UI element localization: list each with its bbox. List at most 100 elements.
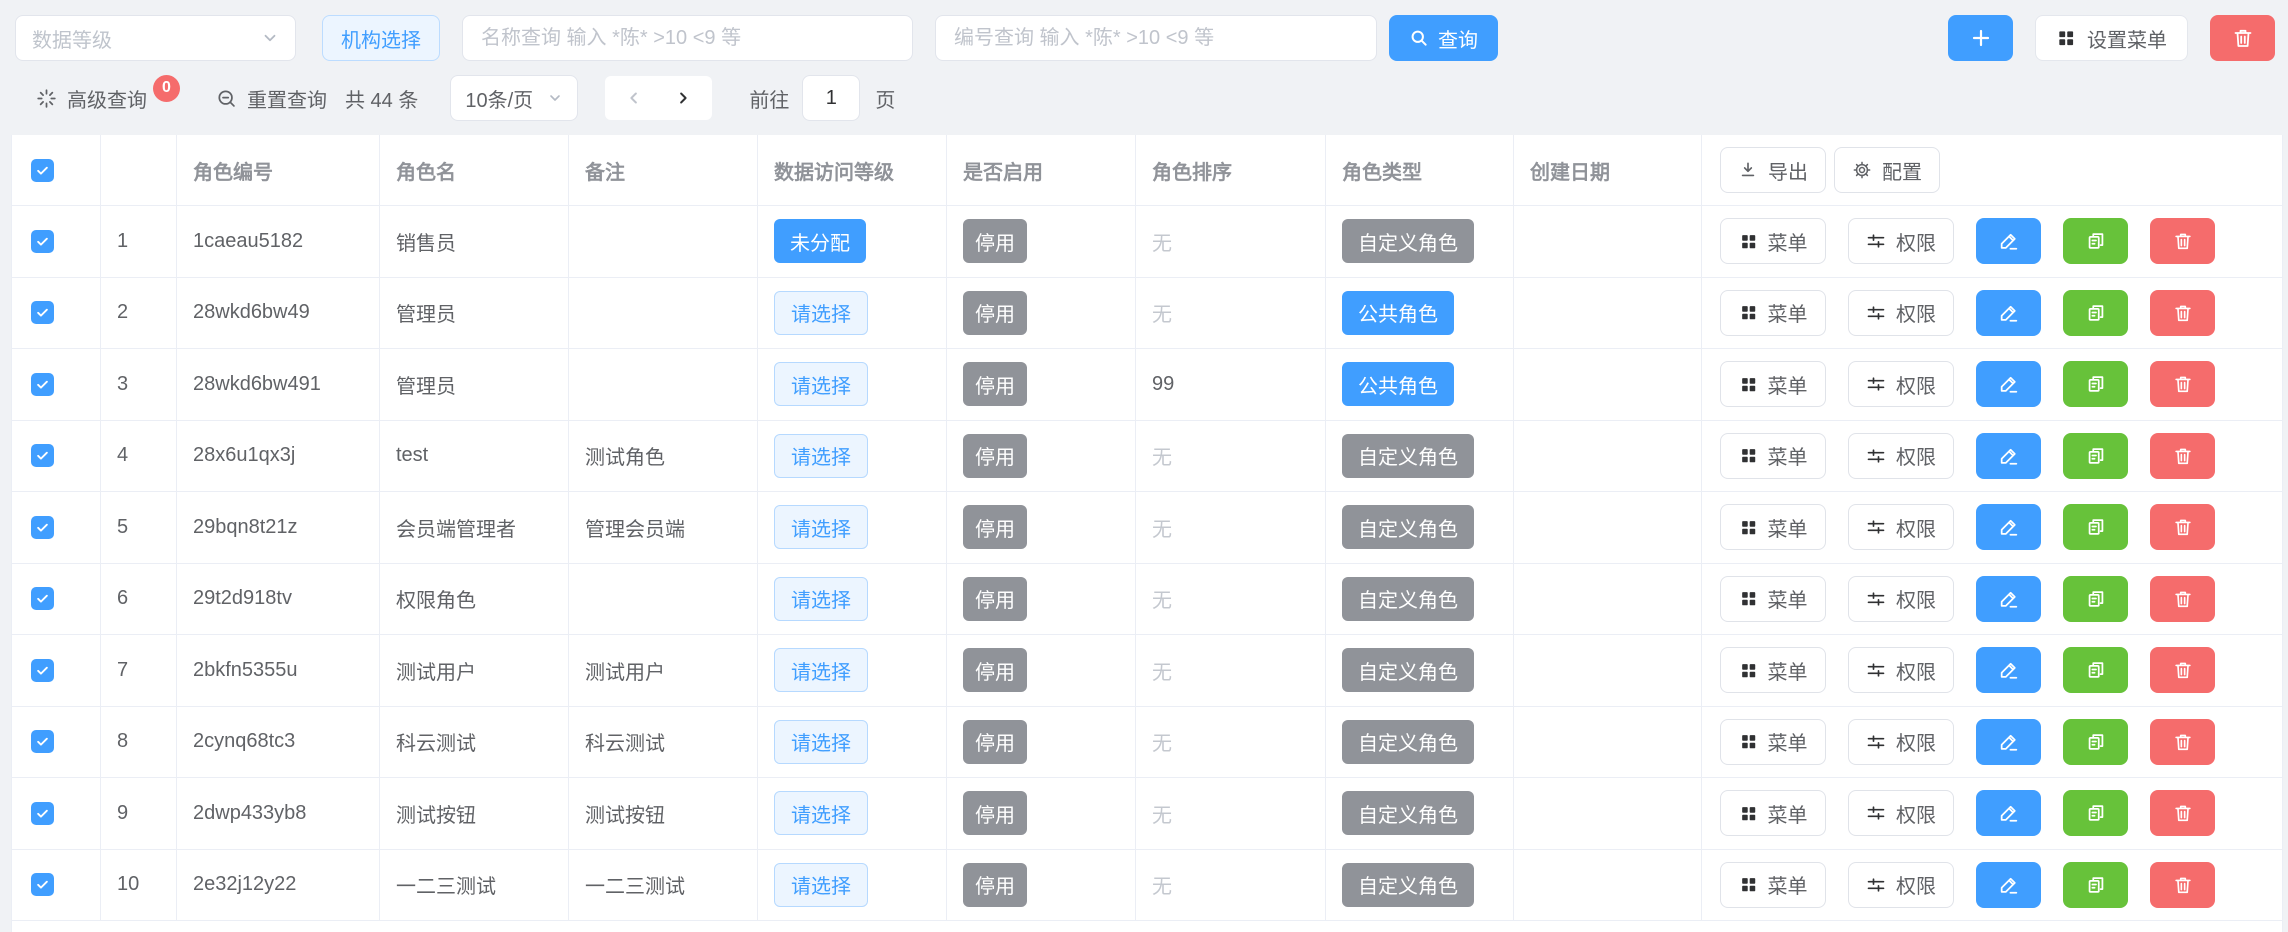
edit-button[interactable] [1976, 576, 2041, 622]
enabled-tag[interactable]: 停用 [963, 648, 1027, 692]
permission-button[interactable]: 权限 [1848, 361, 1954, 407]
row-checkbox[interactable] [31, 730, 54, 753]
edit-button[interactable] [1976, 361, 2041, 407]
menu-button[interactable]: 菜单 [1720, 290, 1826, 336]
access-level-tag[interactable]: 请选择 [774, 362, 868, 406]
access-level-tag[interactable]: 请选择 [774, 720, 868, 764]
role-type-tag[interactable]: 自定义角色 [1342, 219, 1474, 263]
role-type-tag[interactable]: 自定义角色 [1342, 434, 1474, 478]
enabled-tag[interactable]: 停用 [963, 720, 1027, 764]
permission-button[interactable]: 权限 [1848, 504, 1954, 550]
row-checkbox[interactable] [31, 230, 54, 253]
copy-button[interactable] [2063, 790, 2128, 836]
row-checkbox[interactable] [31, 301, 54, 324]
row-checkbox[interactable] [31, 802, 54, 825]
search-button[interactable]: 查询 [1389, 15, 1498, 61]
copy-button[interactable] [2063, 218, 2128, 264]
config-button[interactable]: 配置 [1834, 147, 1940, 193]
menu-button[interactable]: 菜单 [1720, 576, 1826, 622]
role-type-tag[interactable]: 自定义角色 [1342, 863, 1474, 907]
enabled-tag[interactable]: 停用 [963, 219, 1027, 263]
role-type-tag[interactable]: 自定义角色 [1342, 648, 1474, 692]
edit-button[interactable] [1976, 647, 2041, 693]
role-type-tag[interactable]: 公共角色 [1342, 291, 1454, 335]
prev-page-button[interactable] [625, 89, 643, 107]
role-type-tag[interactable]: 自定义角色 [1342, 505, 1474, 549]
permission-button[interactable]: 权限 [1848, 290, 1954, 336]
copy-button[interactable] [2063, 576, 2128, 622]
permission-button[interactable]: 权限 [1848, 719, 1954, 765]
delete-button[interactable] [2150, 576, 2215, 622]
access-level-tag[interactable]: 未分配 [774, 219, 866, 263]
export-button[interactable]: 导出 [1720, 147, 1826, 193]
access-level-tag[interactable]: 请选择 [774, 577, 868, 621]
delete-button[interactable] [2150, 790, 2215, 836]
delete-button[interactable] [2150, 218, 2215, 264]
access-level-tag[interactable]: 请选择 [774, 505, 868, 549]
next-page-button[interactable] [674, 89, 692, 107]
menu-button[interactable]: 菜单 [1720, 504, 1826, 550]
copy-button[interactable] [2063, 862, 2128, 908]
menu-button[interactable]: 菜单 [1720, 647, 1826, 693]
edit-button[interactable] [1976, 790, 2041, 836]
role-type-tag[interactable]: 自定义角色 [1342, 577, 1474, 621]
role-type-tag[interactable]: 自定义角色 [1342, 791, 1474, 835]
menu-button[interactable]: 菜单 [1720, 218, 1826, 264]
row-checkbox[interactable] [31, 587, 54, 610]
delete-button[interactable] [2150, 647, 2215, 693]
delete-button[interactable] [2150, 433, 2215, 479]
access-level-tag[interactable]: 请选择 [774, 863, 868, 907]
access-level-tag[interactable]: 请选择 [774, 791, 868, 835]
reset-query-button[interactable]: 重置查询 [216, 84, 327, 113]
data-level-select[interactable]: 数据等级 [15, 15, 296, 61]
edit-button[interactable] [1976, 290, 2041, 336]
access-level-tag[interactable]: 请选择 [774, 434, 868, 478]
advanced-query-button[interactable]: 高级查询 [36, 84, 147, 113]
copy-button[interactable] [2063, 647, 2128, 693]
copy-button[interactable] [2063, 433, 2128, 479]
menu-button[interactable]: 菜单 [1720, 433, 1826, 479]
permission-button[interactable]: 权限 [1848, 218, 1954, 264]
menu-button[interactable]: 菜单 [1720, 719, 1826, 765]
menu-button[interactable]: 菜单 [1720, 361, 1826, 407]
menu-button[interactable]: 菜单 [1720, 790, 1826, 836]
row-checkbox[interactable] [31, 516, 54, 539]
permission-button[interactable]: 权限 [1848, 433, 1954, 479]
permission-button[interactable]: 权限 [1848, 576, 1954, 622]
delete-button[interactable] [2150, 361, 2215, 407]
access-level-tag[interactable]: 请选择 [774, 648, 868, 692]
edit-button[interactable] [1976, 433, 2041, 479]
setup-menu-button[interactable]: 设置菜单 [2035, 15, 2188, 61]
select-all-checkbox[interactable] [31, 159, 54, 182]
copy-button[interactable] [2063, 290, 2128, 336]
menu-button[interactable]: 菜单 [1720, 862, 1826, 908]
permission-button[interactable]: 权限 [1848, 790, 1954, 836]
code-search-input[interactable] [935, 15, 1377, 61]
enabled-tag[interactable]: 停用 [963, 434, 1027, 478]
permission-button[interactable]: 权限 [1848, 862, 1954, 908]
enabled-tag[interactable]: 停用 [963, 505, 1027, 549]
copy-button[interactable] [2063, 719, 2128, 765]
enabled-tag[interactable]: 停用 [963, 791, 1027, 835]
row-checkbox[interactable] [31, 444, 54, 467]
edit-button[interactable] [1976, 719, 2041, 765]
row-checkbox[interactable] [31, 659, 54, 682]
delete-button[interactable] [2150, 290, 2215, 336]
enabled-tag[interactable]: 停用 [963, 291, 1027, 335]
row-checkbox[interactable] [31, 873, 54, 896]
access-level-tag[interactable]: 请选择 [774, 291, 868, 335]
page-size-select[interactable]: 10条/页 [450, 75, 578, 121]
batch-delete-button[interactable] [2210, 15, 2275, 61]
name-search-input[interactable] [462, 15, 913, 61]
enabled-tag[interactable]: 停用 [963, 362, 1027, 406]
org-select-button[interactable]: 机构选择 [322, 15, 440, 61]
delete-button[interactable] [2150, 504, 2215, 550]
edit-button[interactable] [1976, 218, 2041, 264]
enabled-tag[interactable]: 停用 [963, 577, 1027, 621]
role-type-tag[interactable]: 公共角色 [1342, 362, 1454, 406]
edit-button[interactable] [1976, 862, 2041, 908]
copy-button[interactable] [2063, 361, 2128, 407]
edit-button[interactable] [1976, 504, 2041, 550]
enabled-tag[interactable]: 停用 [963, 863, 1027, 907]
goto-page-input[interactable] [802, 75, 860, 121]
